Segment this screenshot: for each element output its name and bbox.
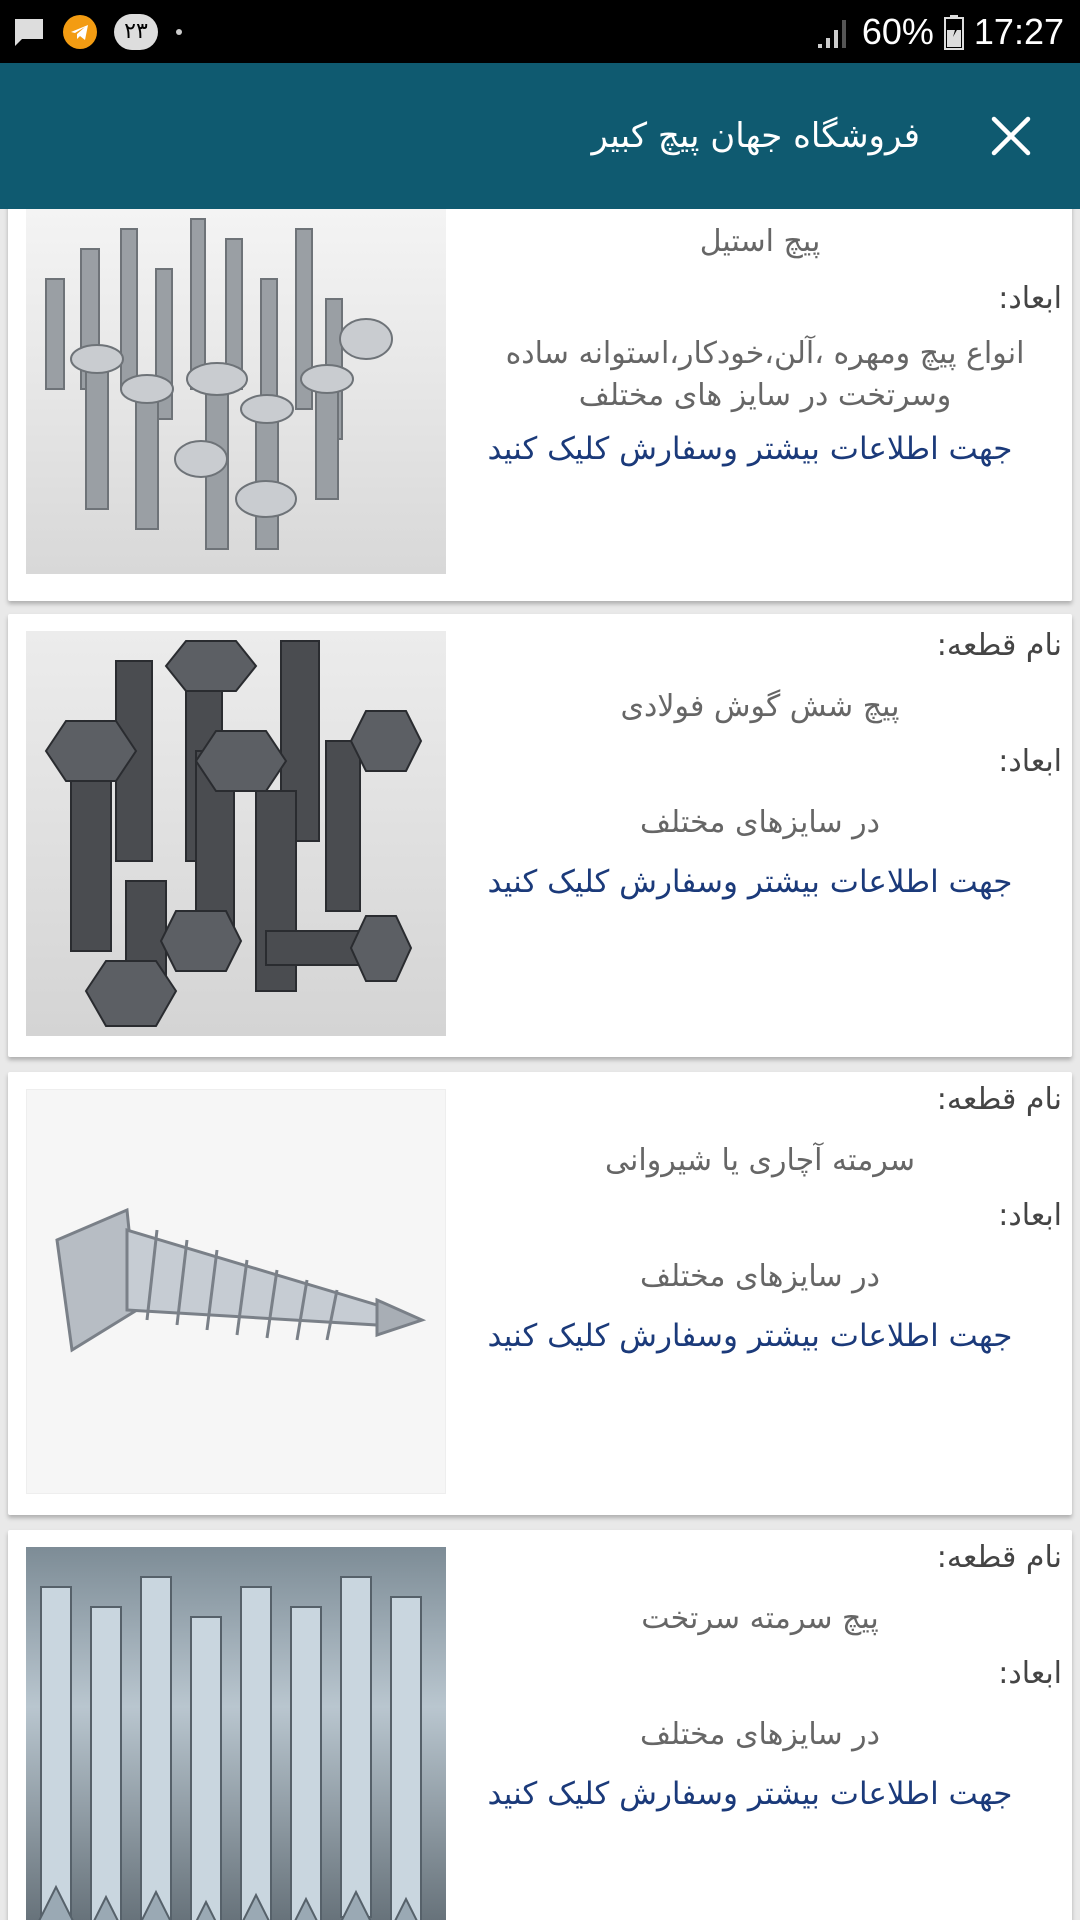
notification-icons: ۲۳ — [12, 0, 184, 63]
product-dimensions: در سایزهای مختلف — [639, 1717, 880, 1752]
system-status: 60% 17:27 — [816, 0, 1064, 63]
telegram-icon — [63, 14, 97, 49]
notification-count: ۲۳ — [124, 19, 148, 44]
product-image-flat-head-screws — [26, 1547, 446, 1920]
battery-percent: 60% — [861, 10, 934, 52]
product-image-self-drilling-screw — [26, 1089, 446, 1494]
more-info-link[interactable]: جهت اطلاعات بیشتر وسفارش کلیک کنید — [468, 864, 1032, 900]
product-dimensions: در سایزهای مختلف — [639, 1259, 880, 1294]
product-name: پیچ شش گوش فولادی — [620, 689, 900, 724]
product-image-steel-screws — [26, 209, 446, 574]
app-bar: فروشگاه جهان پیچ کبیر — [0, 63, 1080, 209]
product-card[interactable]: نام قطعه: پیچ شش گوش فولادی ابعاد: در سا… — [8, 614, 1072, 1057]
product-dimensions: انواع پیچ ومهره ،آلن،خودکار،استوانه ساده… — [505, 336, 1025, 413]
more-info-link[interactable]: جهت اطلاعات بیشتر وسفارش کلیک کنید — [468, 1318, 1032, 1354]
status-bar: ۲۳ 60% 17:27 — [0, 0, 1080, 63]
product-image-hex-bolts — [26, 631, 446, 1036]
product-list[interactable]: پیچ استیل ابعاد: انواع پیچ ومهره ،آلن،خو… — [0, 209, 1080, 1920]
close-button[interactable] — [978, 103, 1044, 169]
product-name: پیچ استیل — [699, 224, 821, 259]
more-info-link[interactable]: جهت اطلاعات بیشتر وسفارش کلیک کنید — [468, 1776, 1032, 1812]
dimensions-label: ابعاد: — [998, 1198, 1062, 1233]
product-name: پیچ سرمته سرتخت — [641, 1601, 879, 1636]
clock: 17:27 — [973, 10, 1064, 52]
product-card[interactable]: نام قطعه: سرمته آچاری یا شیروانی ابعاد: … — [8, 1072, 1072, 1515]
badge-icon: ۲۳ — [114, 13, 158, 50]
dimensions-label: ابعاد: — [998, 744, 1062, 779]
battery-icon — [943, 14, 964, 50]
part-name-label: نام قطعه: — [936, 1540, 1062, 1575]
signal-icon — [817, 19, 846, 48]
product-dimensions: در سایزهای مختلف — [639, 805, 880, 840]
message-icon — [15, 18, 43, 46]
more-info-link[interactable]: جهت اطلاعات بیشتر وسفارش کلیک کنید — [468, 431, 1032, 467]
part-name-label: نام قطعه: — [936, 1082, 1062, 1117]
dimensions-label: ابعاد: — [998, 281, 1062, 316]
part-name-label: نام قطعه: — [936, 628, 1062, 663]
close-icon — [991, 116, 1031, 156]
dot-icon — [176, 28, 182, 35]
dimensions-label: ابعاد: — [998, 1656, 1062, 1691]
product-card[interactable]: پیچ استیل ابعاد: انواع پیچ ومهره ،آلن،خو… — [8, 209, 1072, 601]
page-title: فروشگاه جهان پیچ کبیر — [591, 116, 920, 156]
product-card[interactable]: نام قطعه: پیچ سرمته سرتخت ابعاد: در سایز… — [8, 1530, 1072, 1920]
product-name: سرمته آچاری یا شیروانی — [605, 1143, 915, 1178]
